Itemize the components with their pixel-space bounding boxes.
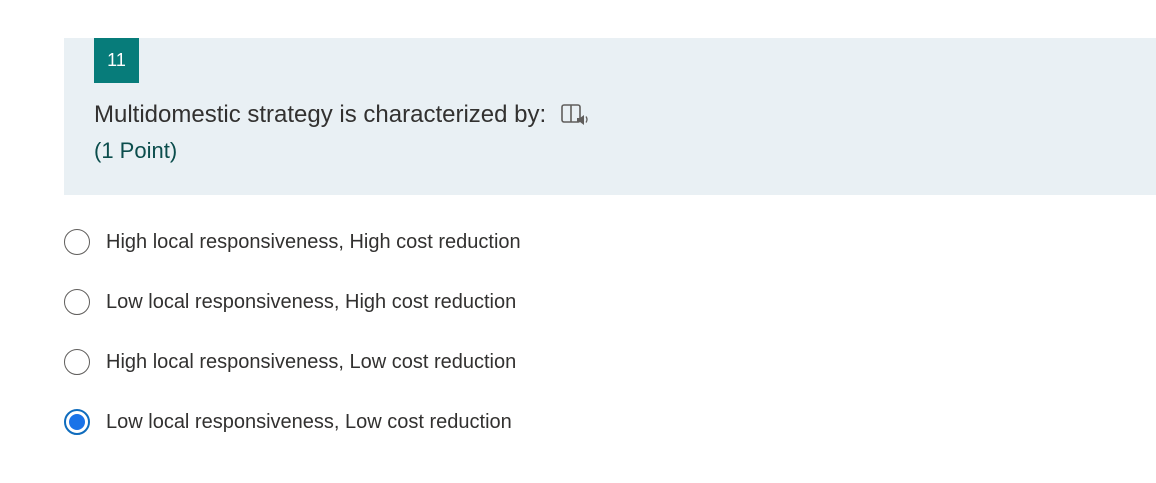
option-3[interactable]: High local responsiveness, Low cost redu… [64, 349, 516, 375]
option-label: Low local responsiveness, Low cost reduc… [106, 410, 512, 433]
option-1[interactable]: High local responsiveness, High cost red… [64, 229, 521, 255]
radio-selected-dot [69, 414, 85, 430]
question-card: 11 Multidomestic strategy is characteriz… [64, 38, 1156, 195]
radio-button[interactable] [64, 289, 90, 315]
question-title-row: Multidomestic strategy is characterized … [94, 101, 590, 129]
option-label: High local responsiveness, Low cost redu… [106, 350, 517, 373]
immersive-reader-icon[interactable] [560, 101, 590, 129]
option-4[interactable]: Low local responsiveness, Low cost reduc… [64, 409, 512, 435]
radio-button[interactable] [64, 229, 90, 255]
option-label: High local responsiveness, High cost red… [106, 230, 521, 253]
option-2[interactable]: Low local responsiveness, High cost redu… [64, 289, 516, 315]
question-number-badge: 11 [94, 38, 139, 83]
option-label: Low local responsiveness, High cost redu… [106, 290, 517, 313]
radio-button-selected[interactable] [64, 409, 90, 435]
question-title: Multidomestic strategy is characterized … [94, 101, 547, 128]
question-points: (1 Point) [94, 138, 178, 163]
radio-button[interactable] [64, 349, 90, 375]
